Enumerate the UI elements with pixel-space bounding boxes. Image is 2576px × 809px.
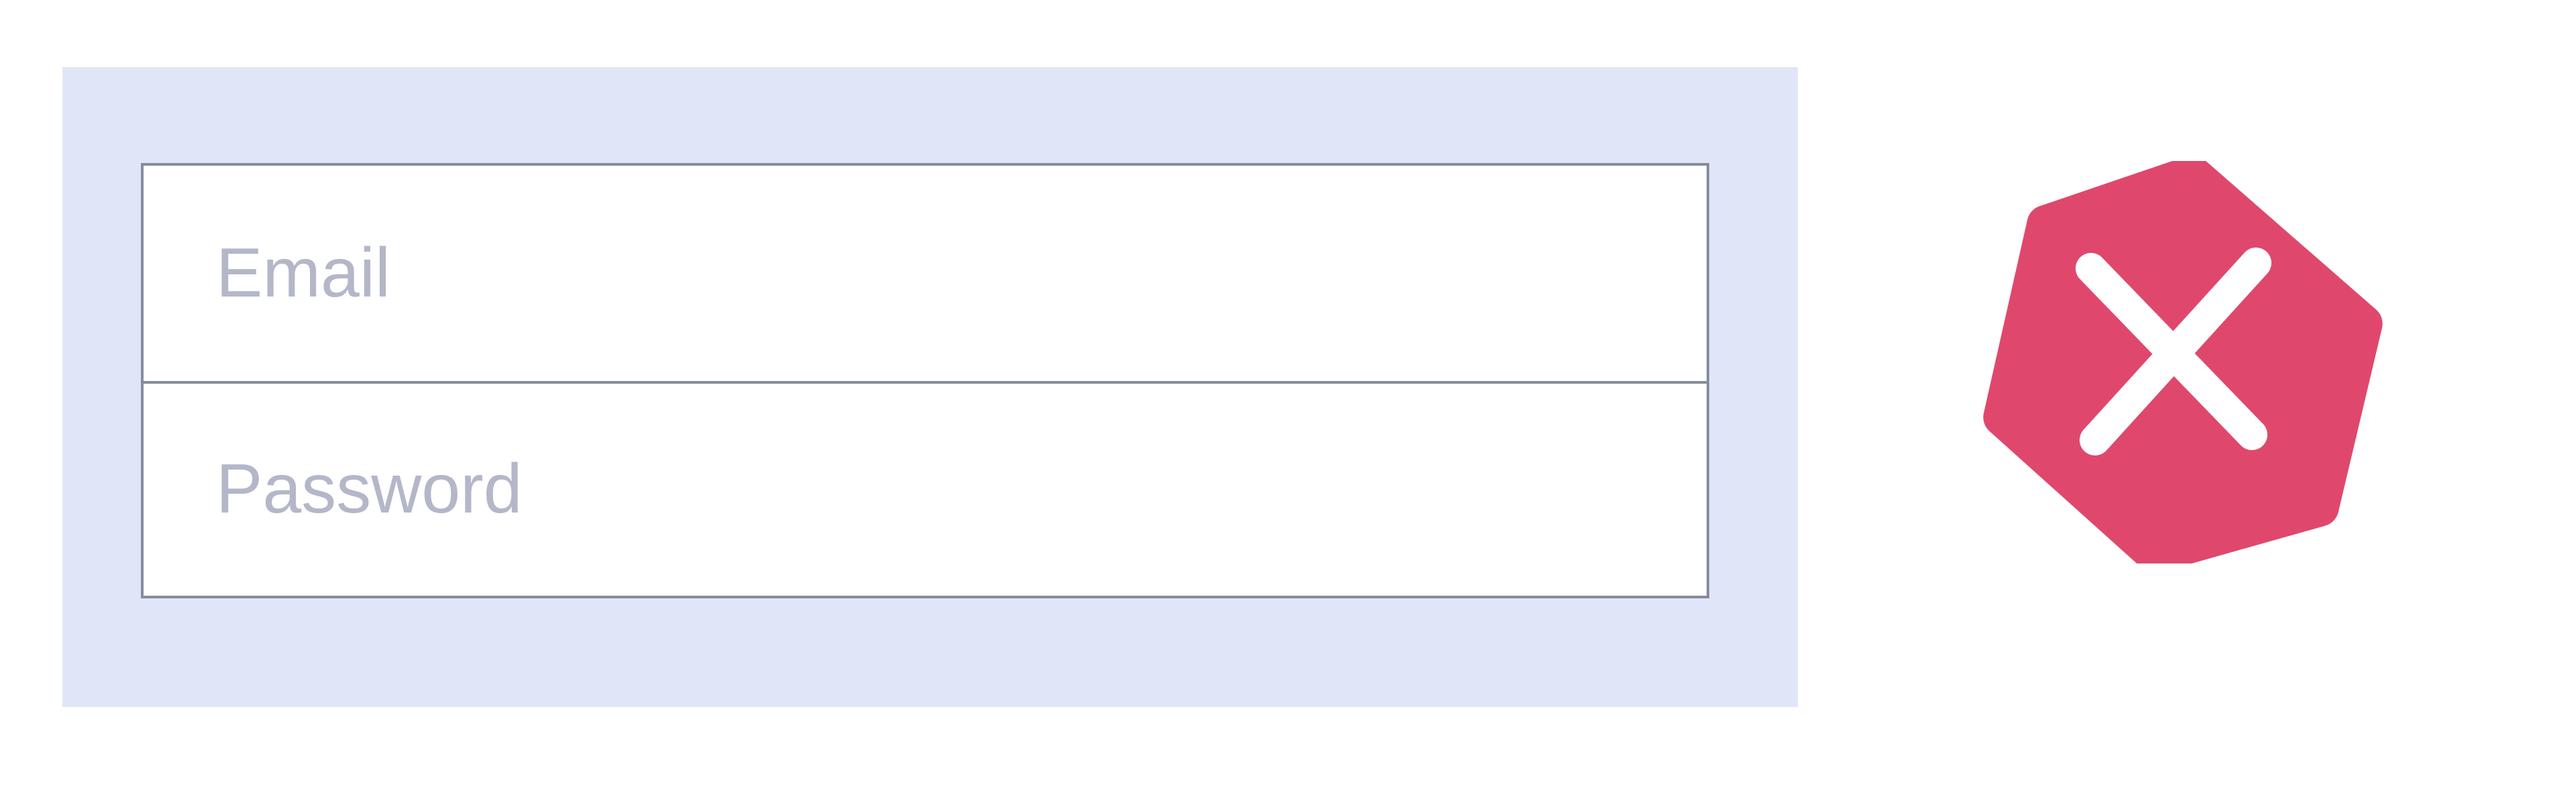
email-input[interactable] — [144, 166, 1707, 381]
login-screen — [0, 0, 2576, 809]
password-input[interactable] — [144, 383, 1707, 596]
close-icon — [1983, 161, 2383, 563]
email-field-row — [144, 166, 1707, 381]
login-form-panel — [62, 67, 1798, 707]
credential-fields — [141, 163, 1709, 598]
password-field-row — [144, 380, 1707, 596]
error-badge[interactable] — [1982, 161, 2385, 563]
